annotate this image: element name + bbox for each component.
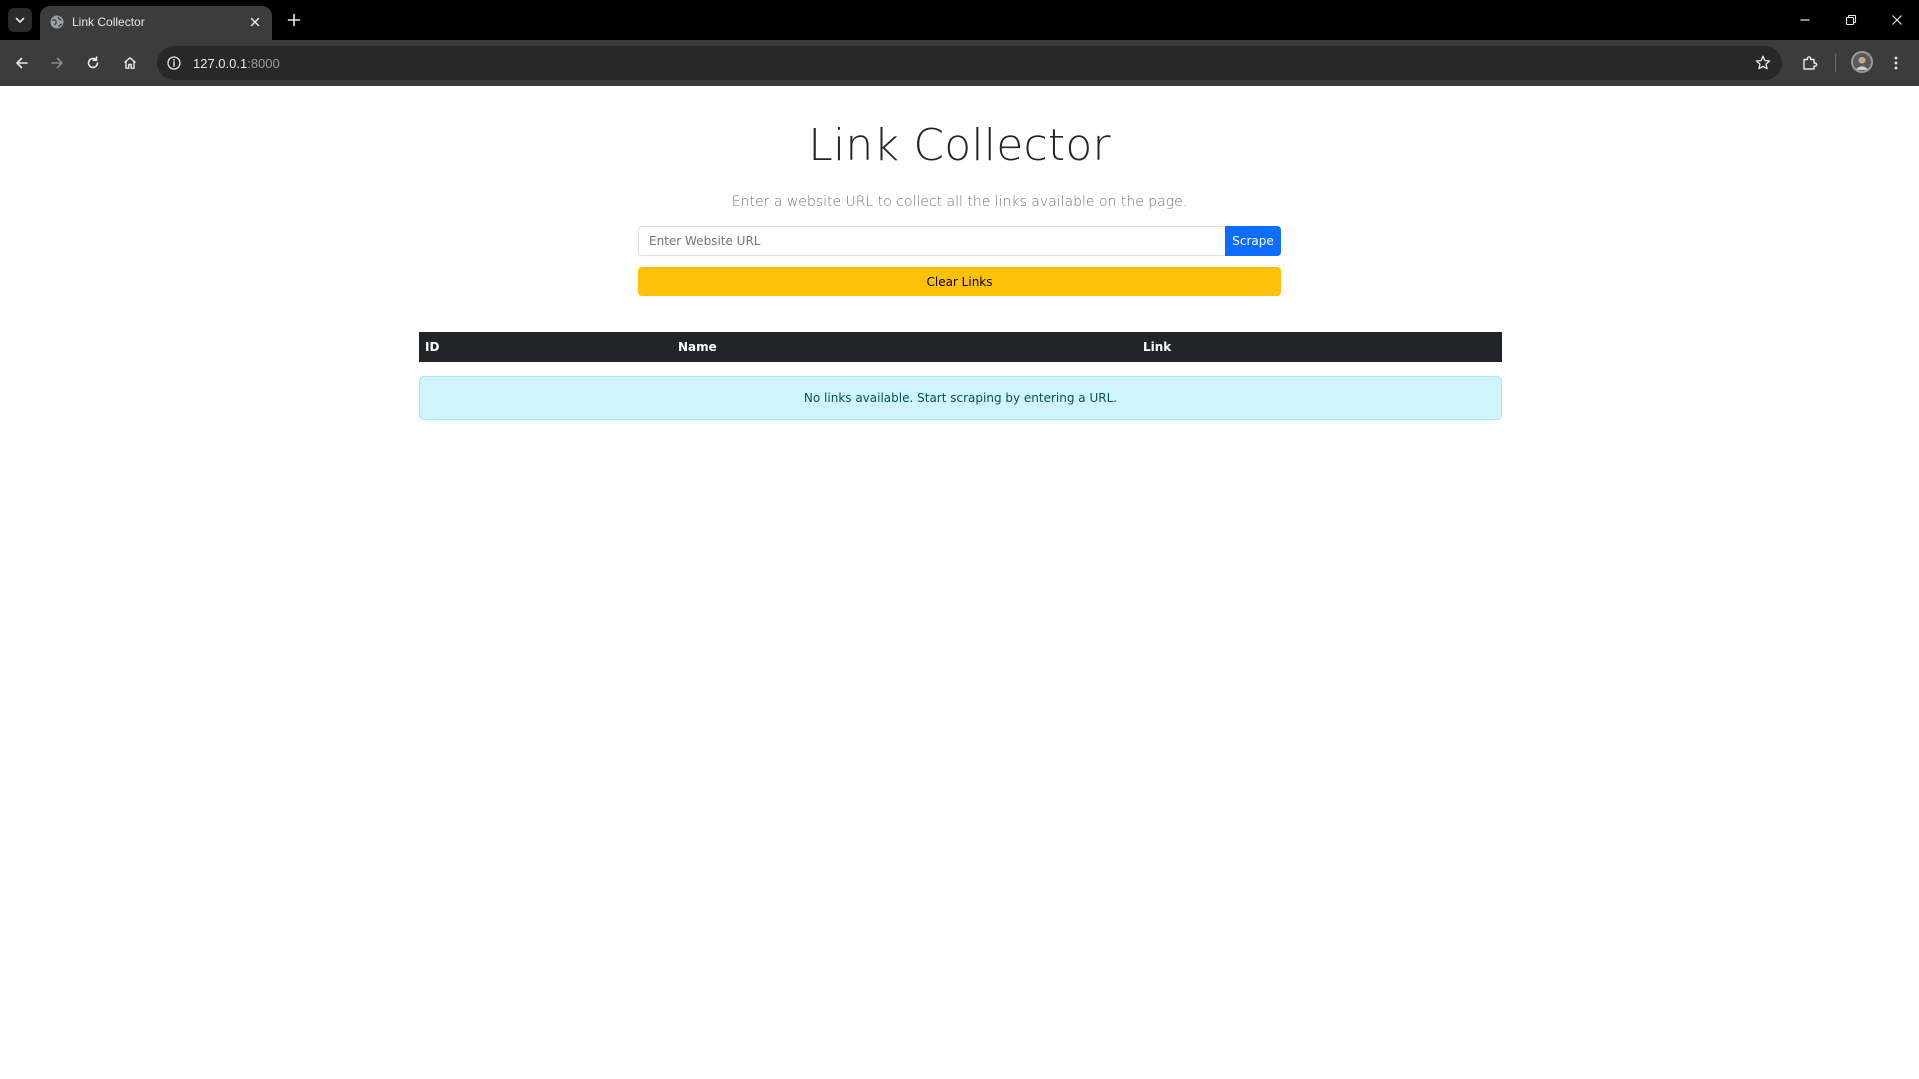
browser-tabstrip: Link Collector — [0, 0, 1919, 40]
extensions-button[interactable] — [1797, 50, 1823, 76]
clear-links-button[interactable]: Clear Links — [638, 267, 1281, 296]
home-button[interactable] — [117, 50, 143, 76]
tab-close-button[interactable] — [246, 13, 264, 31]
toolbar-separator — [1835, 54, 1836, 72]
more-vertical-icon — [1894, 56, 1898, 70]
arrow-left-icon — [16, 57, 28, 69]
forward-button[interactable] — [44, 50, 70, 76]
chrome-menu-button[interactable] — [1883, 50, 1909, 76]
close-icon — [250, 17, 260, 27]
back-button[interactable] — [9, 50, 35, 76]
plus-icon — [287, 13, 301, 27]
page-subtitle: Enter a website URL to collect all the l… — [731, 194, 1188, 210]
address-host: 127.0.0.1 — [193, 56, 248, 71]
puzzle-icon — [1803, 56, 1818, 70]
info-icon[interactable] — [166, 55, 182, 71]
page-content: Link Collector Enter a website URL to co… — [0, 86, 1919, 1079]
empty-state-message: No links available. Start scraping by en… — [803, 391, 1118, 405]
profile-avatar[interactable] — [1851, 51, 1873, 73]
page-title: Link Collector — [808, 120, 1111, 171]
address-url[interactable]: 127.0.0.1:8000 — [193, 56, 280, 71]
scrape-button[interactable]: Scrape — [1225, 226, 1281, 256]
column-header-id: ID — [425, 340, 440, 354]
home-icon — [124, 57, 136, 69]
avatar-icon — [1855, 56, 1869, 70]
minimize-icon — [1800, 19, 1810, 21]
new-tab-button[interactable] — [282, 8, 306, 32]
star-icon[interactable] — [1754, 54, 1772, 72]
globe-icon — [50, 15, 64, 29]
close-window-button[interactable] — [1883, 6, 1911, 34]
minimize-button[interactable] — [1791, 6, 1819, 34]
reload-icon — [87, 56, 99, 69]
reload-button[interactable] — [80, 50, 106, 76]
website-url-input[interactable] — [638, 226, 1226, 256]
column-header-link: Link — [1143, 340, 1172, 354]
chevron-down-icon — [15, 17, 25, 23]
address-port: :8000 — [247, 56, 280, 71]
close-icon — [1892, 15, 1902, 25]
browser-toolbar: 127.0.0.1:8000 — [0, 40, 1919, 86]
links-table-header: ID Name Link — [419, 332, 1502, 362]
tab-search-button[interactable] — [8, 8, 32, 32]
restore-icon — [1845, 14, 1857, 26]
browser-tab-active[interactable]: Link Collector — [40, 6, 272, 40]
column-header-name: Name — [678, 340, 717, 354]
tab-title: Link Collector — [72, 15, 145, 29]
address-bar[interactable]: 127.0.0.1:8000 — [157, 46, 1782, 80]
empty-state-alert: No links available. Start scraping by en… — [419, 376, 1502, 420]
arrow-right-icon — [51, 57, 63, 69]
restore-button[interactable] — [1837, 6, 1865, 34]
